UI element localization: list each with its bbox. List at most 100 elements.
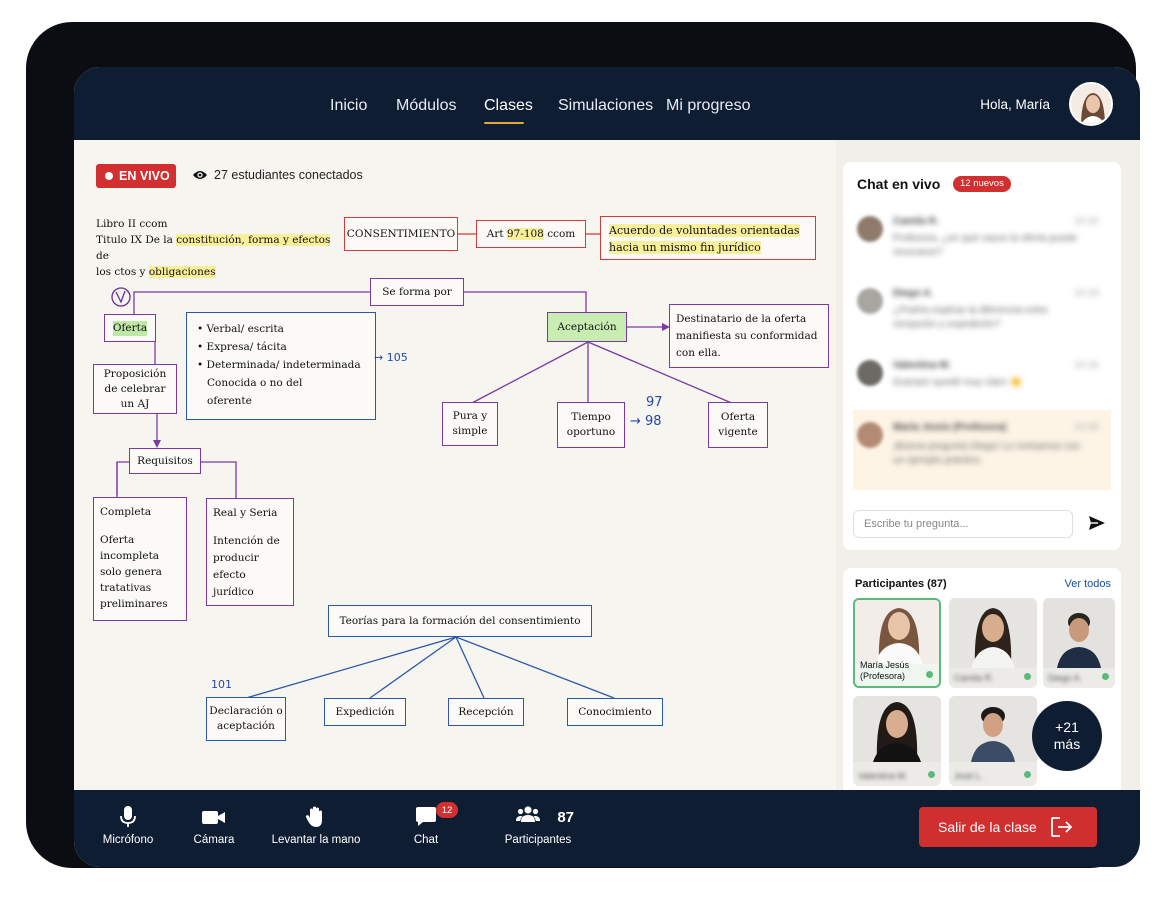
app-screen: Inicio Módulos Clases Simulaciones Mi pr…: [74, 67, 1140, 867]
exit-class-button[interactable]: Salir de la clase: [919, 807, 1097, 847]
participant-tile[interactable]: Camila R.: [949, 598, 1037, 688]
chat-message-professor: María Jesús (Profesora) 10:35 ¡Buena pre…: [853, 410, 1111, 490]
chat-message: Camila R. 10:32 Profesora, ¿en qué casos…: [853, 210, 1111, 266]
consentimiento-text: CONSENTIMIENTO: [346, 227, 456, 240]
microphone-icon: [120, 806, 136, 827]
tablet-frame: Inicio Módulos Clases Simulaciones Mi pr…: [26, 22, 1140, 868]
chat-input[interactable]: Escribe tu pregunta...: [853, 510, 1073, 538]
acuerdo-box: Acuerdo de voluntades orientadas hacia u…: [600, 216, 816, 260]
real-y-seria-box: Real y Seria Intención de producir efect…: [206, 498, 294, 606]
participant-tile[interactable]: Diego A.: [1043, 598, 1115, 688]
participant-tile-host[interactable]: María Jesús (Profesora): [853, 598, 941, 688]
aceptacion-text: Aceptación: [557, 320, 617, 333]
aceptacion-box: Aceptación: [547, 312, 627, 342]
participant-video-icon: [949, 696, 1037, 762]
camera-icon: [202, 811, 225, 824]
chat-message-name: Diego A.: [893, 288, 934, 299]
art-text-b: ccom: [543, 227, 576, 240]
tiempo-oportuno-box: Tiempo oportuno: [557, 402, 625, 448]
oferta-text: Oferta: [112, 320, 148, 336]
user-avatar[interactable]: [1069, 82, 1113, 126]
exit-label: Salir de la clase: [938, 819, 1037, 835]
handwritten-101: 101: [211, 678, 232, 691]
chat-avatar: [857, 216, 883, 242]
participant-name: José L.: [954, 771, 984, 781]
consentimiento-box: CONSENTIMIENTO: [344, 217, 458, 251]
chat-message-name: María Jesús (Profesora): [893, 422, 1007, 433]
chat-message-text: Gracias! quedó muy claro 👏: [893, 377, 1023, 388]
recepcion-box: Recepción: [448, 698, 524, 726]
mic-label: Micrófono: [102, 834, 154, 846]
nav-item-clases[interactable]: Clases: [484, 97, 533, 115]
online-status-icon: [1102, 673, 1109, 680]
chat-new-badge: 12 nuevos: [953, 176, 1011, 192]
destinatario-box: Destinatario de la oferta manifiesta su …: [669, 304, 829, 368]
bullet-item: • Expresa/ tácita: [197, 341, 287, 353]
art-text-a: Art: [486, 227, 507, 240]
art-text: Art 97-108 ccom: [486, 227, 576, 242]
teorias-text: Teorías para la formación del consentimi…: [339, 614, 581, 627]
oferta-vigente-text: Oferta vigente: [718, 411, 758, 438]
proposicion-text: Proposición de celebrar un AJ: [103, 367, 167, 410]
declaracion-text: Declaración o aceptación: [209, 705, 283, 732]
nav-item-simulaciones[interactable]: Simulaciones: [558, 97, 653, 115]
nav-item-modulos[interactable]: Módulos: [396, 97, 456, 115]
participant-name: Camila R.: [954, 673, 994, 683]
completa-title: Completa: [100, 506, 152, 518]
participants-button[interactable]: 87 Participantes: [502, 806, 574, 846]
participant-tile[interactable]: José L.: [949, 696, 1037, 786]
pura-text: Pura y simple: [452, 410, 488, 437]
see-all-link[interactable]: Ver todos: [1065, 578, 1111, 590]
user-greeting: Hola, María: [980, 97, 1050, 112]
host-name: María Jesús: [860, 660, 910, 670]
participant-video-icon: [949, 598, 1037, 668]
art-highlight: 97-108: [506, 227, 544, 240]
teorias-box: Teorías para la formación del consentimi…: [328, 605, 592, 637]
chat-message-time: 10:33: [1073, 288, 1099, 299]
chat-button[interactable]: Chat 12: [412, 802, 458, 846]
requisitos-text: Requisitos: [137, 454, 193, 467]
send-icon[interactable]: [1089, 516, 1105, 530]
host-role: (Profesora): [860, 671, 906, 681]
completa-body: Oferta incompleta solo genera tratativas…: [100, 534, 168, 610]
expedicion-text: Expedición: [335, 705, 395, 718]
requisitos-box: Requisitos: [129, 448, 201, 474]
bullet-text-1: Verbal/ escrita: [206, 323, 284, 335]
se-forma-por-text: Se forma por: [382, 285, 452, 298]
acuerdo-line-2: hacia un mismo fin jurídico: [609, 241, 761, 254]
online-status-icon: [928, 771, 935, 778]
completa-box: Completa Oferta incompleta solo genera t…: [93, 497, 187, 621]
conocimiento-text: Conocimiento: [578, 705, 652, 718]
handwritten-98: → 98: [630, 414, 662, 429]
online-status-icon: [1024, 673, 1031, 680]
tiempo-text: Tiempo oportuno: [566, 411, 616, 438]
chat-message-text: Profesora, ¿en qué casos la oferta puede…: [893, 233, 1078, 258]
chat-unread-badge: 12: [436, 802, 458, 818]
bullet-extra-2: oferente: [207, 395, 252, 407]
participant-video-icon: [855, 600, 939, 664]
raise-hand-button[interactable]: Levantar la mano: [270, 806, 362, 846]
real-title: Real y Seria: [213, 507, 278, 519]
se-forma-por-box: Se forma por: [370, 278, 464, 306]
real-body: Intención de producir efecto jurídico: [213, 535, 280, 598]
participant-caption: María Jesús (Profesora): [860, 660, 909, 682]
chat-message: Diego A. 10:33 ¿Podría explicar la difer…: [853, 282, 1111, 338]
chat-label: Chat: [413, 834, 439, 846]
top-navigation-bar: Inicio Módulos Clases Simulaciones Mi pr…: [74, 67, 1140, 140]
chat-message-time: 10:32: [1073, 216, 1099, 227]
proposicion-box: Proposición de celebrar un AJ: [93, 364, 177, 414]
more-label: más: [1053, 736, 1081, 752]
exit-icon: [1050, 817, 1073, 837]
nav-item-inicio[interactable]: Inicio: [330, 97, 367, 115]
whiteboard[interactable]: EN VIVO 27 estudiantes conectados Libro …: [74, 140, 836, 790]
recepcion-text: Recepción: [458, 705, 514, 718]
nav-item-mi-progreso[interactable]: Mi progreso: [666, 97, 750, 115]
hand-icon: [305, 806, 322, 827]
mic-button[interactable]: Micrófono: [101, 806, 155, 846]
chat-avatar: [857, 422, 883, 448]
camera-label: Cámara: [193, 834, 235, 846]
participant-tile[interactable]: Valentina M.: [853, 696, 941, 786]
camera-button[interactable]: Cámara: [192, 806, 236, 846]
acuerdo-line-1: Acuerdo de voluntades orientadas: [609, 224, 800, 237]
more-participants-button[interactable]: +21 más: [1032, 701, 1102, 771]
